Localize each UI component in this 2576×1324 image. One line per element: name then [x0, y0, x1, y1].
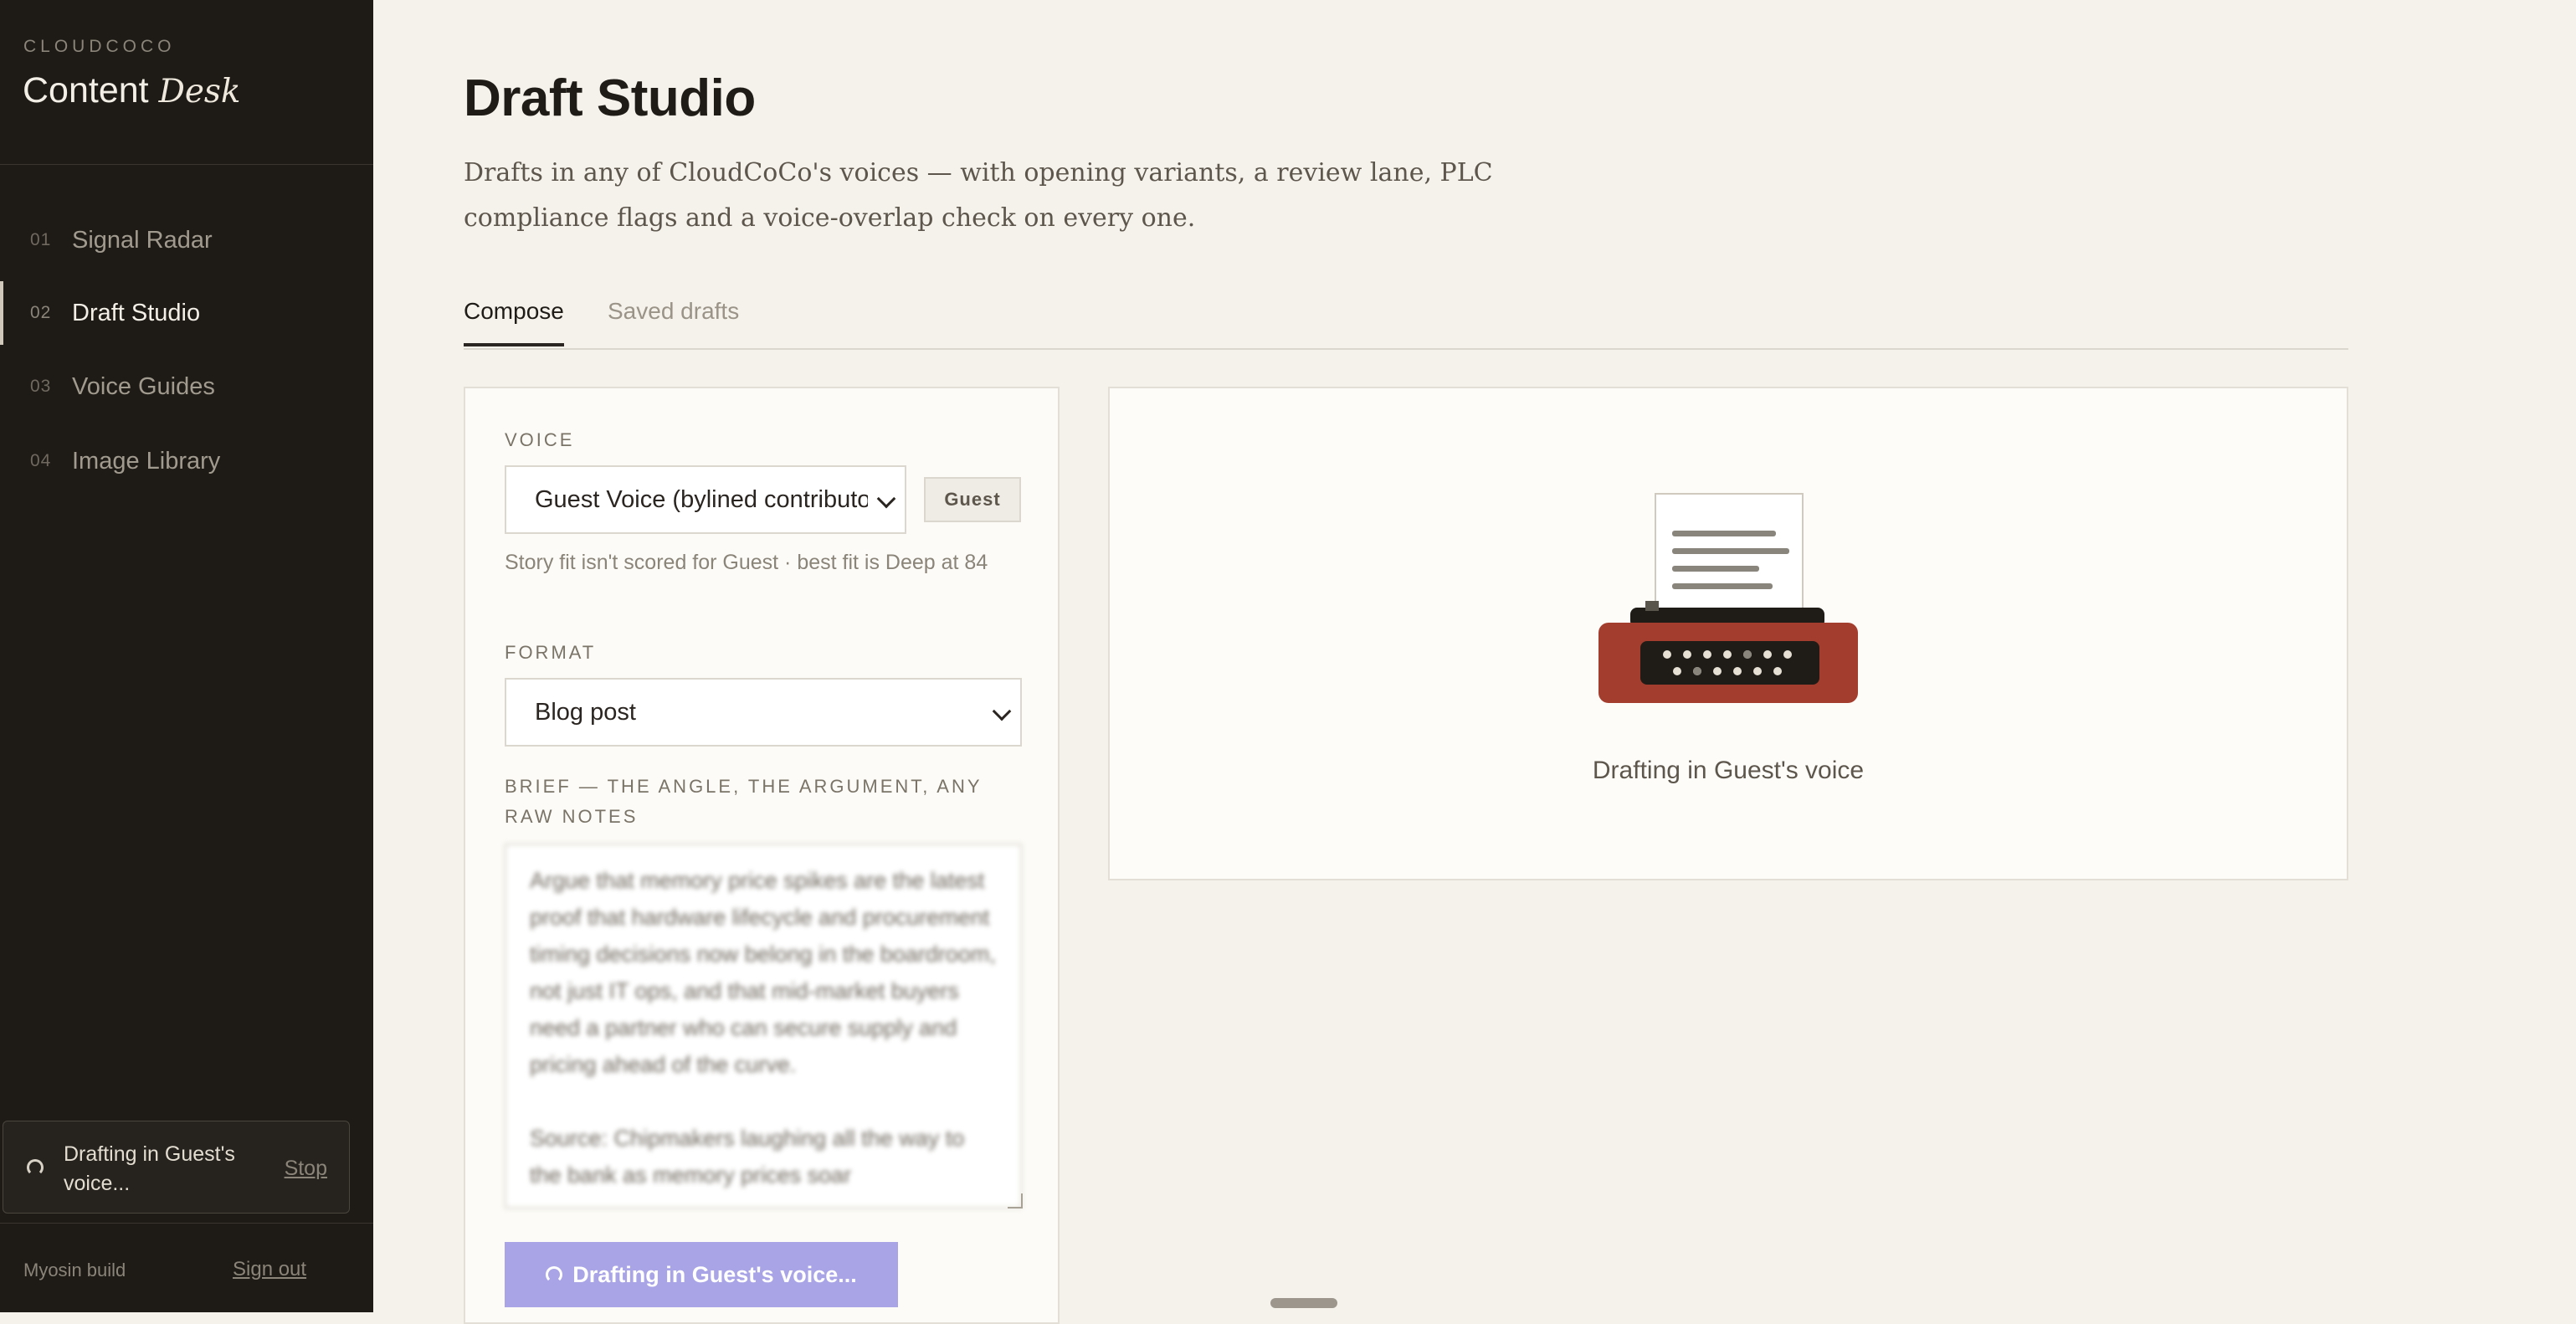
nav-label: Voice Guides	[72, 372, 215, 400]
sidebar: CLOUDCOCO Content Desk 01 Signal Radar 0…	[0, 0, 373, 1312]
nav-number: 04	[30, 451, 52, 470]
chevron-down-icon	[992, 701, 1012, 721]
sidebar-item-draft-studio[interactable]: 02 Draft Studio	[0, 281, 373, 345]
sidebar-divider	[0, 1223, 373, 1224]
compose-form: VOICE Guest Voice (bylined contributor) …	[464, 387, 1060, 1324]
draft-button[interactable]: Drafting in Guest's voice...	[505, 1242, 898, 1307]
sidebar-item-image-library[interactable]: 04 Image Library	[0, 429, 373, 493]
drafting-status-card: Drafting in Guest's voice... Stop	[3, 1121, 350, 1214]
voice-select-value: Guest Voice (bylined contributor)	[535, 485, 868, 513]
spinner-icon	[546, 1266, 563, 1283]
nav-label: Draft Studio	[72, 299, 201, 326]
stop-button[interactable]: Stop	[285, 1157, 327, 1181]
nav-label: Signal Radar	[72, 226, 213, 254]
voice-select[interactable]: Guest Voice (bylined contributor)	[505, 465, 906, 534]
format-select-value: Blog post	[535, 698, 636, 726]
sidebar-item-signal-radar[interactable]: 01 Signal Radar	[0, 208, 373, 272]
nav-number: 03	[30, 377, 52, 396]
tab-saved-drafts[interactable]: Saved drafts	[608, 298, 739, 343]
voice-label: VOICE	[505, 429, 575, 450]
drafting-status-text: Drafting in Guest's voice...	[64, 1142, 235, 1195]
sidebar-divider	[0, 164, 373, 165]
app-title: Content Desk	[23, 70, 241, 111]
preview-status-text: Drafting in Guest's voice	[1592, 757, 1865, 784]
scroll-handle[interactable]	[1270, 1298, 1337, 1308]
draft-button-label: Drafting in Guest's voice...	[572, 1261, 857, 1287]
app-title-main: Content	[23, 70, 149, 110]
typewriter-icon	[1598, 493, 1858, 703]
page-title: Draft Studio	[464, 69, 756, 127]
sign-out-link[interactable]: Sign out	[233, 1258, 306, 1281]
brand-eyebrow: CLOUDCOCO	[23, 37, 176, 56]
voice-badge: Guest	[924, 477, 1021, 522]
build-label: Myosin build	[23, 1260, 126, 1280]
page-description: Drafts in any of CloudCoCo's voices — wi…	[464, 158, 1493, 233]
nav-number: 02	[30, 303, 52, 322]
format-select[interactable]: Blog post	[505, 678, 1022, 747]
nav-number: 01	[30, 230, 52, 249]
format-label: FORMAT	[505, 642, 597, 663]
chevron-down-icon	[876, 489, 896, 509]
draft-preview: Drafting in Guest's voice	[1108, 387, 2348, 880]
brief-textarea[interactable]: Argue that memory price spikes are the l…	[505, 844, 1022, 1209]
spinner-icon	[27, 1159, 44, 1176]
voice-help-text: Story fit isn't scored for Guest · best …	[505, 551, 988, 574]
nav-label: Image Library	[72, 447, 221, 475]
app-title-italic: Desk	[158, 73, 241, 110]
sidebar-item-voice-guides[interactable]: 03 Voice Guides	[0, 355, 373, 418]
resize-handle-icon[interactable]	[1008, 1193, 1023, 1209]
tab-bar: Compose Saved drafts	[464, 293, 2348, 350]
brief-label: BRIEF — THE ANGLE, THE ARGUMENT, ANY RAW…	[505, 776, 983, 827]
tab-compose[interactable]: Compose	[464, 298, 564, 346]
